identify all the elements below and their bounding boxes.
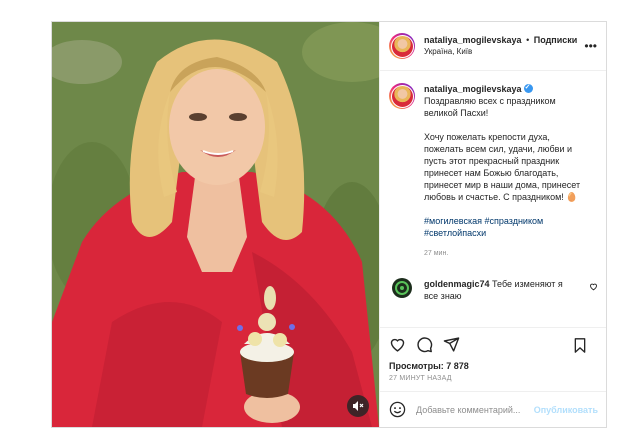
comment-item: goldenmagic74 Тебе изменяют я все знаю [389, 278, 598, 302]
save-button[interactable] [572, 337, 588, 354]
hashtag-link[interactable]: #спраздником [484, 216, 543, 226]
video-frame-woman-with-easter-cake [52, 22, 379, 427]
post-timestamp[interactable]: 27 МИНУТ НАЗАД [380, 371, 606, 391]
separator-dot: • [526, 35, 530, 45]
author-meta: nataliya_mogilevskaya • Подписки Україна… [424, 34, 577, 58]
instagram-post: nataliya_mogilevskaya • Подписки Україна… [51, 21, 607, 428]
commenter-avatar[interactable] [392, 278, 412, 298]
author-username[interactable]: nataliya_mogilevskaya [424, 35, 522, 45]
heart-icon [390, 338, 405, 352]
views-value: 7 878 [446, 361, 469, 371]
post-side-panel: nataliya_mogilevskaya • Подписки Україна… [379, 22, 606, 427]
hashtag-link[interactable]: #светлойпасхи [424, 228, 486, 238]
comment-button[interactable] [416, 336, 433, 353]
views-label: Просмотры: [389, 361, 444, 371]
caption-author-avatar[interactable] [389, 83, 415, 109]
post-header: nataliya_mogilevskaya • Подписки Україна… [380, 22, 606, 71]
speaker-muted-icon [353, 401, 364, 411]
publish-button[interactable]: Опубликовать [534, 405, 598, 415]
emoji-button[interactable] [389, 401, 406, 418]
caption-time[interactable]: 27 мин. [424, 248, 590, 260]
smile-icon [389, 401, 406, 418]
post-caption: nataliya_mogilevskaya Поздравляю всех с … [389, 82, 598, 260]
comment-icon [417, 337, 433, 353]
caption-wishes: Хочу пожелать крепости духа, пожелать вс… [424, 132, 581, 202]
comments-section: nataliya_mogilevskaya Поздравляю всех с … [380, 71, 606, 327]
caption-greeting: Поздравляю всех с праздником великой Пас… [424, 96, 556, 118]
send-icon [443, 337, 460, 352]
post-video[interactable] [52, 22, 379, 427]
post-actions-bar [380, 327, 606, 361]
comment-input[interactable] [416, 404, 534, 415]
like-button[interactable] [389, 336, 406, 353]
views-count[interactable]: Просмотры: 7 878 [380, 361, 606, 371]
post-location[interactable]: Україна, Київ [424, 46, 577, 58]
comment-like-heart-icon[interactable] [589, 282, 598, 291]
more-options-icon[interactable]: ••• [584, 40, 597, 52]
bookmark-icon [574, 338, 586, 353]
hashtag-link[interactable]: #могилевская [424, 216, 482, 226]
share-button[interactable] [443, 336, 460, 353]
following-button[interactable]: Подписки [534, 35, 578, 45]
caption-username[interactable]: nataliya_mogilevskaya [424, 84, 522, 94]
add-comment-bar: Опубликовать [380, 391, 606, 427]
mute-button[interactable] [347, 395, 369, 417]
author-avatar[interactable] [389, 33, 415, 59]
verified-badge-icon [523, 82, 533, 94]
commenter-username[interactable]: goldenmagic74 [424, 279, 490, 289]
